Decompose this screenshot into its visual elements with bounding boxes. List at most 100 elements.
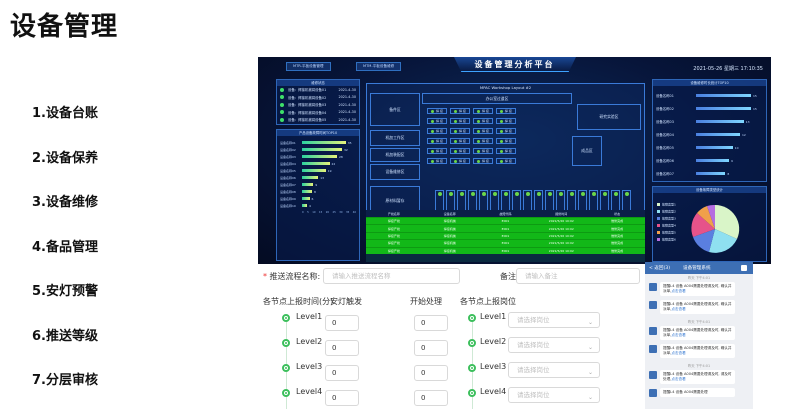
post-select[interactable]: 请选择岗位 ⌄ [508, 312, 600, 328]
bar-value: 9 [315, 182, 318, 187]
trigger-time-input[interactable]: 0 [325, 390, 359, 406]
table-row[interactable]: 焊接产线 焊接机械 E001 2021/5/26 10:02 维修完成 [366, 224, 645, 232]
station-cell[interactable] [622, 190, 631, 212]
bar-label: 设备名称01 [280, 140, 296, 145]
equipment-unit[interactable]: 焊 接 [495, 108, 516, 114]
table-row[interactable]: 焊接产线 焊接机械 E001 2021/5/26 10:02 维修完成 [366, 246, 645, 254]
trigger-time-input[interactable]: 0 [325, 315, 359, 331]
equipment-unit[interactable]: 焊 接 [427, 148, 447, 154]
equipment-unit[interactable]: 焊 接 [495, 158, 516, 164]
station-cell[interactable] [512, 190, 521, 212]
equipment-unit[interactable]: 焊 接 [472, 118, 493, 124]
station-cell[interactable] [457, 190, 466, 212]
menu-item-7[interactable]: 7.分层审核 [32, 371, 98, 409]
level-label: Level2 [296, 337, 323, 346]
view-link[interactable]: 点击查看 [671, 377, 685, 381]
equipment-unit[interactable]: 焊 接 [472, 158, 493, 164]
equipment-unit[interactable]: 焊 接 [449, 128, 470, 134]
bar-value: 22 [331, 161, 336, 166]
equipment-unit[interactable]: 焊 接 [495, 118, 516, 124]
menu-item-1[interactable]: 1.设备台账 [32, 104, 98, 149]
view-link[interactable]: 点击查看 [671, 289, 685, 293]
equipment-unit[interactable]: 焊 接 [472, 108, 493, 114]
station-cell[interactable] [589, 190, 598, 212]
chat-message[interactable]: 提醒L4 设备 A004需要处理 [649, 388, 749, 397]
station-cell[interactable] [578, 190, 587, 212]
bar [302, 175, 319, 180]
chat-message[interactable]: 提醒L4 设备 A004需要处理请及时, 请及时处理,点击查看 [649, 370, 749, 384]
bar [302, 161, 330, 166]
equipment-unit[interactable]: 焊 接 [427, 128, 447, 134]
chat-message[interactable]: 提醒L4 设备 A004需要处理请及时, 确认并派单,点击查看 [649, 300, 749, 314]
bot-avatar-icon [649, 301, 657, 309]
duration-row: 设备名称04 12 [653, 128, 766, 141]
station-cell[interactable] [567, 190, 576, 212]
station-cell[interactable] [611, 190, 620, 212]
equipment-status-icon [476, 149, 480, 153]
pie-legend-swatch [657, 224, 660, 227]
post-select[interactable]: 请选择岗位 ⌄ [508, 337, 600, 353]
chat-message[interactable]: 提醒L4 设备 A004需要处理请及时, 确认并派单,点击查看 [649, 326, 749, 340]
equipment-unit[interactable]: 焊 接 [472, 138, 493, 144]
equipment-unit[interactable]: 焊 接 [495, 148, 516, 154]
station-cell[interactable] [556, 190, 565, 212]
user-icon[interactable] [741, 265, 747, 271]
table-row[interactable]: 焊接产线 焊接机械 E001 2021/5/26 10:02 维修完成 [366, 231, 645, 240]
equipment-unit[interactable]: 焊 接 [495, 138, 516, 144]
start-time-input[interactable]: 0 [414, 315, 448, 331]
menu-item-3[interactable]: 3.设备维修 [32, 193, 98, 238]
dashboard-tab-2[interactable]: MTM-平板设备维修 [356, 62, 402, 71]
menu-item-2[interactable]: 2.设备保养 [32, 149, 98, 194]
equipment-unit[interactable]: 焊 接 [495, 128, 516, 134]
menu-item-5[interactable]: 5.安灯预警 [32, 282, 98, 327]
equipment-unit[interactable]: 焊 接 [449, 158, 470, 164]
table-row[interactable]: 焊接产线 焊接机械 E001 2021/5/26 10:02 维修完成 [366, 217, 645, 225]
duration-value: 15 [753, 106, 757, 111]
station-cell[interactable] [468, 190, 477, 212]
trigger-time-input[interactable]: 0 [325, 365, 359, 381]
mobile-title: 设备管理系统 [683, 266, 711, 271]
table-row[interactable]: 焊接产线 焊接机械 E001 2021/5/26 10:02 维修完成 [366, 239, 645, 247]
dashboard-tab-1[interactable]: MTR-平板设备管理 [286, 62, 331, 71]
station-cell[interactable] [479, 190, 488, 212]
start-time-input[interactable]: 0 [414, 340, 448, 356]
chat-message[interactable]: 提醒L4 设备 A004需要处理请及时, 确认并派单,点击查看 [649, 344, 749, 358]
post-select[interactable]: 请选择岗位 ⌄ [508, 362, 600, 378]
view-link[interactable]: 点击查看 [671, 351, 685, 355]
post-select[interactable]: 请选择岗位 ⌄ [508, 387, 600, 403]
equipment-unit[interactable]: 焊 接 [427, 158, 447, 164]
station-cell[interactable] [446, 190, 455, 212]
equipment-unit[interactable]: 焊 接 [427, 118, 447, 124]
chat-message[interactable]: 提醒L4 设备 A004需要处理请及时, 确认并派单,点击查看 [649, 282, 749, 296]
equipment-unit[interactable]: 焊 接 [472, 148, 493, 154]
station-cell[interactable] [435, 190, 444, 212]
equipment-unit[interactable]: 焊 接 [472, 128, 493, 134]
equipment-status-icon [453, 149, 457, 153]
equipment-unit[interactable]: 焊 接 [449, 148, 470, 154]
menu-item-6[interactable]: 6.推送等级 [32, 327, 98, 372]
station-cell[interactable] [545, 190, 554, 212]
bar-row: 设备名称07 9 [277, 181, 359, 188]
station-cell[interactable] [600, 190, 609, 212]
trigger-time-input[interactable]: 0 [325, 340, 359, 356]
equipment-unit[interactable]: 焊 接 [427, 138, 447, 144]
station-cell[interactable] [501, 190, 510, 212]
station-cell[interactable] [490, 190, 499, 212]
remark-input[interactable]: 请输入备注 [516, 268, 640, 284]
duration-value: 8 [727, 171, 730, 176]
equipment-unit[interactable]: 焊 接 [449, 108, 470, 114]
workshop-layout: MPAC Workshop Layout #2 备件区 办公室过道区 机加工作区… [366, 83, 645, 223]
start-time-input[interactable]: 0 [414, 365, 448, 381]
mobile-back-button[interactable]: < 返回(3) [649, 265, 670, 271]
page-title: 设备管理 [10, 12, 119, 42]
view-link[interactable]: 点击查看 [671, 307, 685, 311]
station-cell[interactable] [523, 190, 532, 212]
station-cell[interactable] [534, 190, 543, 212]
equipment-unit[interactable]: 焊 接 [449, 118, 470, 124]
flow-name-input[interactable]: 请输入推送流程名称 [323, 268, 460, 284]
equipment-unit[interactable]: 焊 接 [449, 138, 470, 144]
equipment-unit[interactable]: 焊 接 [427, 108, 447, 114]
menu-item-4[interactable]: 4.备品管理 [32, 238, 98, 283]
start-time-input[interactable]: 0 [414, 390, 448, 406]
view-link[interactable]: 点击查看 [671, 333, 685, 337]
